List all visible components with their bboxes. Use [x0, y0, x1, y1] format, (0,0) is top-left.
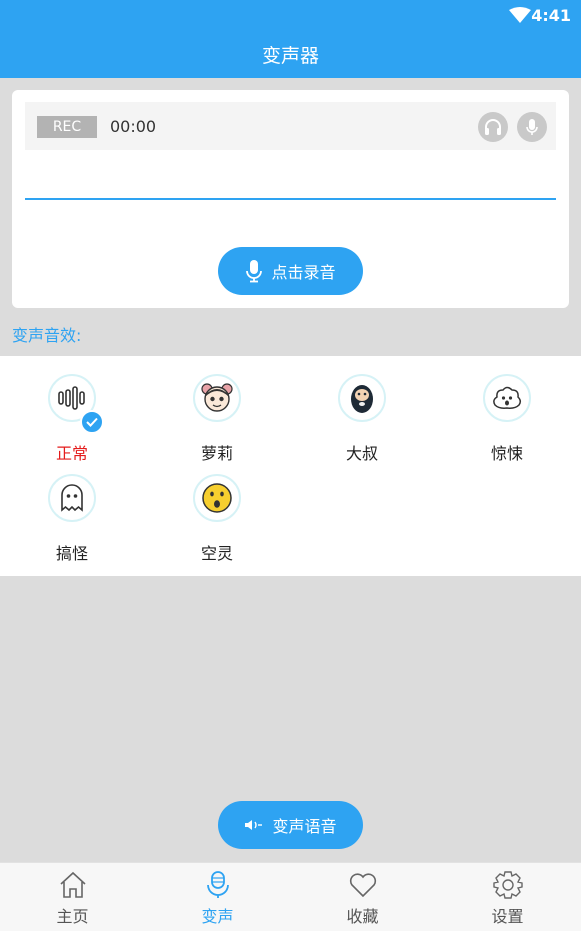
status-time: 4:41: [531, 6, 571, 25]
home-icon: [60, 871, 86, 898]
headphone-icon: [485, 119, 501, 135]
effect-funny[interactable]: 搞怪: [24, 456, 124, 563]
bearded-man-icon: [351, 385, 373, 413]
record-button[interactable]: 点击录音: [218, 247, 363, 295]
app-bar: 变声器: [0, 30, 581, 78]
microphone-icon: [246, 260, 263, 283]
effect-uncle[interactable]: 大叔: [314, 356, 414, 463]
change-voice-button-label: 变声语音: [272, 817, 337, 836]
microphone-icon: [526, 119, 538, 135]
status-bar: 4:41: [0, 0, 581, 30]
heart-icon: [349, 873, 377, 898]
nav-label: 主页: [56, 907, 89, 926]
gear-icon: [493, 871, 523, 899]
selected-check-icon: [80, 410, 104, 434]
effect-label: 惊悚: [490, 444, 523, 463]
microphone-icon: [207, 871, 229, 898]
recorder-card: REC 00:00 点击录音: [12, 90, 569, 308]
effects-panel: 正常 萝莉 大叔 惊悚 搞怪 空灵: [0, 356, 581, 576]
ghost-icon: [61, 484, 83, 512]
nav-item-favorites[interactable]: 收藏: [290, 863, 435, 931]
effect-label: 空灵: [200, 544, 233, 563]
effect-icon-frame: [338, 374, 386, 422]
effect-icon-frame: [193, 474, 241, 522]
effect-normal[interactable]: 正常: [24, 356, 124, 463]
mic-button[interactable]: [517, 112, 547, 142]
text-input-underline: [25, 198, 556, 200]
rec-badge: REC: [37, 116, 97, 138]
effect-label: 搞怪: [55, 544, 88, 563]
recording-timer: 00:00: [110, 117, 157, 136]
effects-section-label: 变声音效:: [12, 326, 82, 345]
change-voice-button[interactable]: 变声语音: [218, 801, 363, 849]
wifi-icon: [509, 7, 531, 23]
effect-label: 大叔: [345, 444, 378, 463]
effect-thriller[interactable]: 惊悚: [459, 356, 559, 463]
nav-item-voice-changer[interactable]: 变声: [145, 863, 290, 931]
nav-item-settings[interactable]: 设置: [435, 863, 580, 931]
nav-label: 收藏: [346, 907, 379, 926]
effect-icon-frame: [483, 374, 531, 422]
nav-label: 变声: [201, 907, 234, 926]
effect-ethereal[interactable]: 空灵: [169, 456, 269, 563]
girl-face-icon: [201, 383, 233, 412]
record-button-label: 点击录音: [271, 263, 336, 282]
effect-icon-frame: [48, 474, 96, 522]
speaker-icon: [245, 820, 263, 830]
nav-item-home[interactable]: 主页: [0, 863, 145, 931]
effect-icon-frame: [193, 374, 241, 422]
waveform-icon: [58, 386, 85, 410]
scared-ghost-icon: [493, 386, 522, 409]
nav-label: 设置: [491, 907, 524, 926]
page-title: 变声器: [261, 45, 319, 67]
effect-loli[interactable]: 萝莉: [169, 356, 269, 463]
play-headphone-button[interactable]: [478, 112, 508, 142]
surprised-face-icon: [202, 483, 232, 513]
recorder-strip: REC 00:00: [25, 102, 556, 150]
bottom-nav: 主页 变声 收藏 设置: [0, 862, 581, 931]
